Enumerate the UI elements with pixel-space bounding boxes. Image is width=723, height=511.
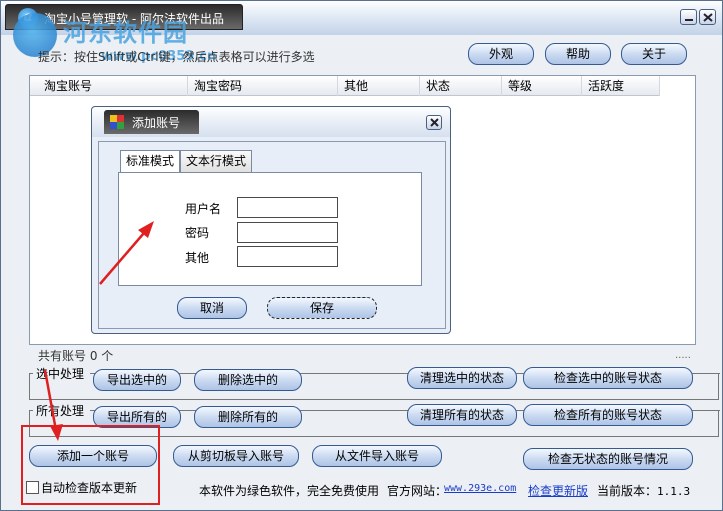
version-text: 当前版本：1.1.3 bbox=[597, 482, 690, 499]
appearance-button[interactable]: 外观 bbox=[468, 43, 534, 65]
username-label: 用户名 bbox=[185, 202, 222, 216]
hint-text: 提示：按住Shift或Ctrl键，然后点表格可以进行多选 bbox=[38, 50, 315, 64]
export-selected-button[interactable]: 导出选中的 bbox=[93, 369, 181, 391]
clear-all-status-button[interactable]: 清理所有的状态 bbox=[407, 404, 517, 426]
annotation-highlight-box bbox=[21, 425, 160, 505]
dialog-close-button[interactable] bbox=[426, 115, 442, 130]
version-value: 1.1.3 bbox=[657, 485, 691, 498]
clear-selected-status-button[interactable]: 清理选中的状态 bbox=[407, 367, 517, 389]
username-input[interactable] bbox=[237, 197, 338, 218]
check-no-status-button[interactable]: 检查无状态的账号情况 bbox=[523, 448, 693, 470]
import-file-button[interactable]: 从文件导入账号 bbox=[312, 445, 442, 467]
site-label: 官方网站： bbox=[387, 484, 448, 498]
column-header-level[interactable]: 等级 bbox=[502, 76, 582, 96]
close-icon bbox=[430, 118, 439, 127]
about-button[interactable]: 关于 bbox=[621, 43, 687, 65]
password-input[interactable] bbox=[237, 222, 338, 243]
other-input[interactable] bbox=[237, 246, 338, 267]
import-clipboard-button[interactable]: 从剪切板导入账号 bbox=[173, 445, 299, 467]
cancel-button[interactable]: 取消 bbox=[177, 297, 247, 319]
column-header-password[interactable]: 淘宝密码 bbox=[188, 76, 338, 96]
help-button[interactable]: 帮助 bbox=[545, 43, 611, 65]
password-label: 密码 bbox=[185, 226, 210, 240]
version-label: 当前版本： bbox=[597, 484, 658, 498]
minimize-button[interactable] bbox=[680, 9, 697, 25]
check-update-link[interactable]: 检查更新版 bbox=[528, 482, 588, 499]
close-button[interactable] bbox=[699, 9, 716, 25]
column-header-account[interactable]: 淘宝账号 bbox=[38, 76, 188, 96]
site-link[interactable]: www.293e.com bbox=[444, 483, 516, 494]
watermark-name: 河东软件园 bbox=[63, 19, 188, 47]
check-all-status-button[interactable]: 检查所有的账号状态 bbox=[523, 404, 693, 426]
tab-standard-mode[interactable]: 标准模式 bbox=[120, 150, 181, 173]
column-header-activity[interactable]: 活跃度 bbox=[582, 76, 660, 96]
account-count: 共有账号 0 个 bbox=[38, 349, 114, 363]
delete-all-button[interactable]: 删除所有的 bbox=[194, 406, 302, 428]
other-label: 其他 bbox=[185, 251, 210, 265]
table-header: 淘宝账号 淘宝密码 其他 状态 等级 活跃度 bbox=[30, 76, 660, 96]
save-button[interactable]: 保存 bbox=[267, 297, 377, 319]
all-group-label: 所有处理 bbox=[36, 404, 85, 418]
selected-group-label: 选中处理 bbox=[36, 367, 85, 381]
dialog-title-tab: 添加账号 bbox=[104, 110, 199, 134]
dialog-title-bar: 添加账号 bbox=[92, 107, 450, 137]
app-icon bbox=[110, 115, 124, 129]
tab-text-line-mode[interactable]: 文本行模式 bbox=[180, 150, 253, 172]
column-header-other[interactable]: 其他 bbox=[338, 76, 420, 96]
dialog-title: 添加账号 bbox=[132, 116, 181, 130]
check-selected-status-button[interactable]: 检查选中的账号状态 bbox=[523, 367, 693, 389]
freeware-note: 本软件为绿色软件，完全免费使用 bbox=[199, 484, 380, 498]
delete-selected-button[interactable]: 删除选中的 bbox=[194, 369, 302, 391]
resize-grip: ····· bbox=[675, 353, 691, 364]
column-header-status[interactable]: 状态 bbox=[420, 76, 502, 96]
